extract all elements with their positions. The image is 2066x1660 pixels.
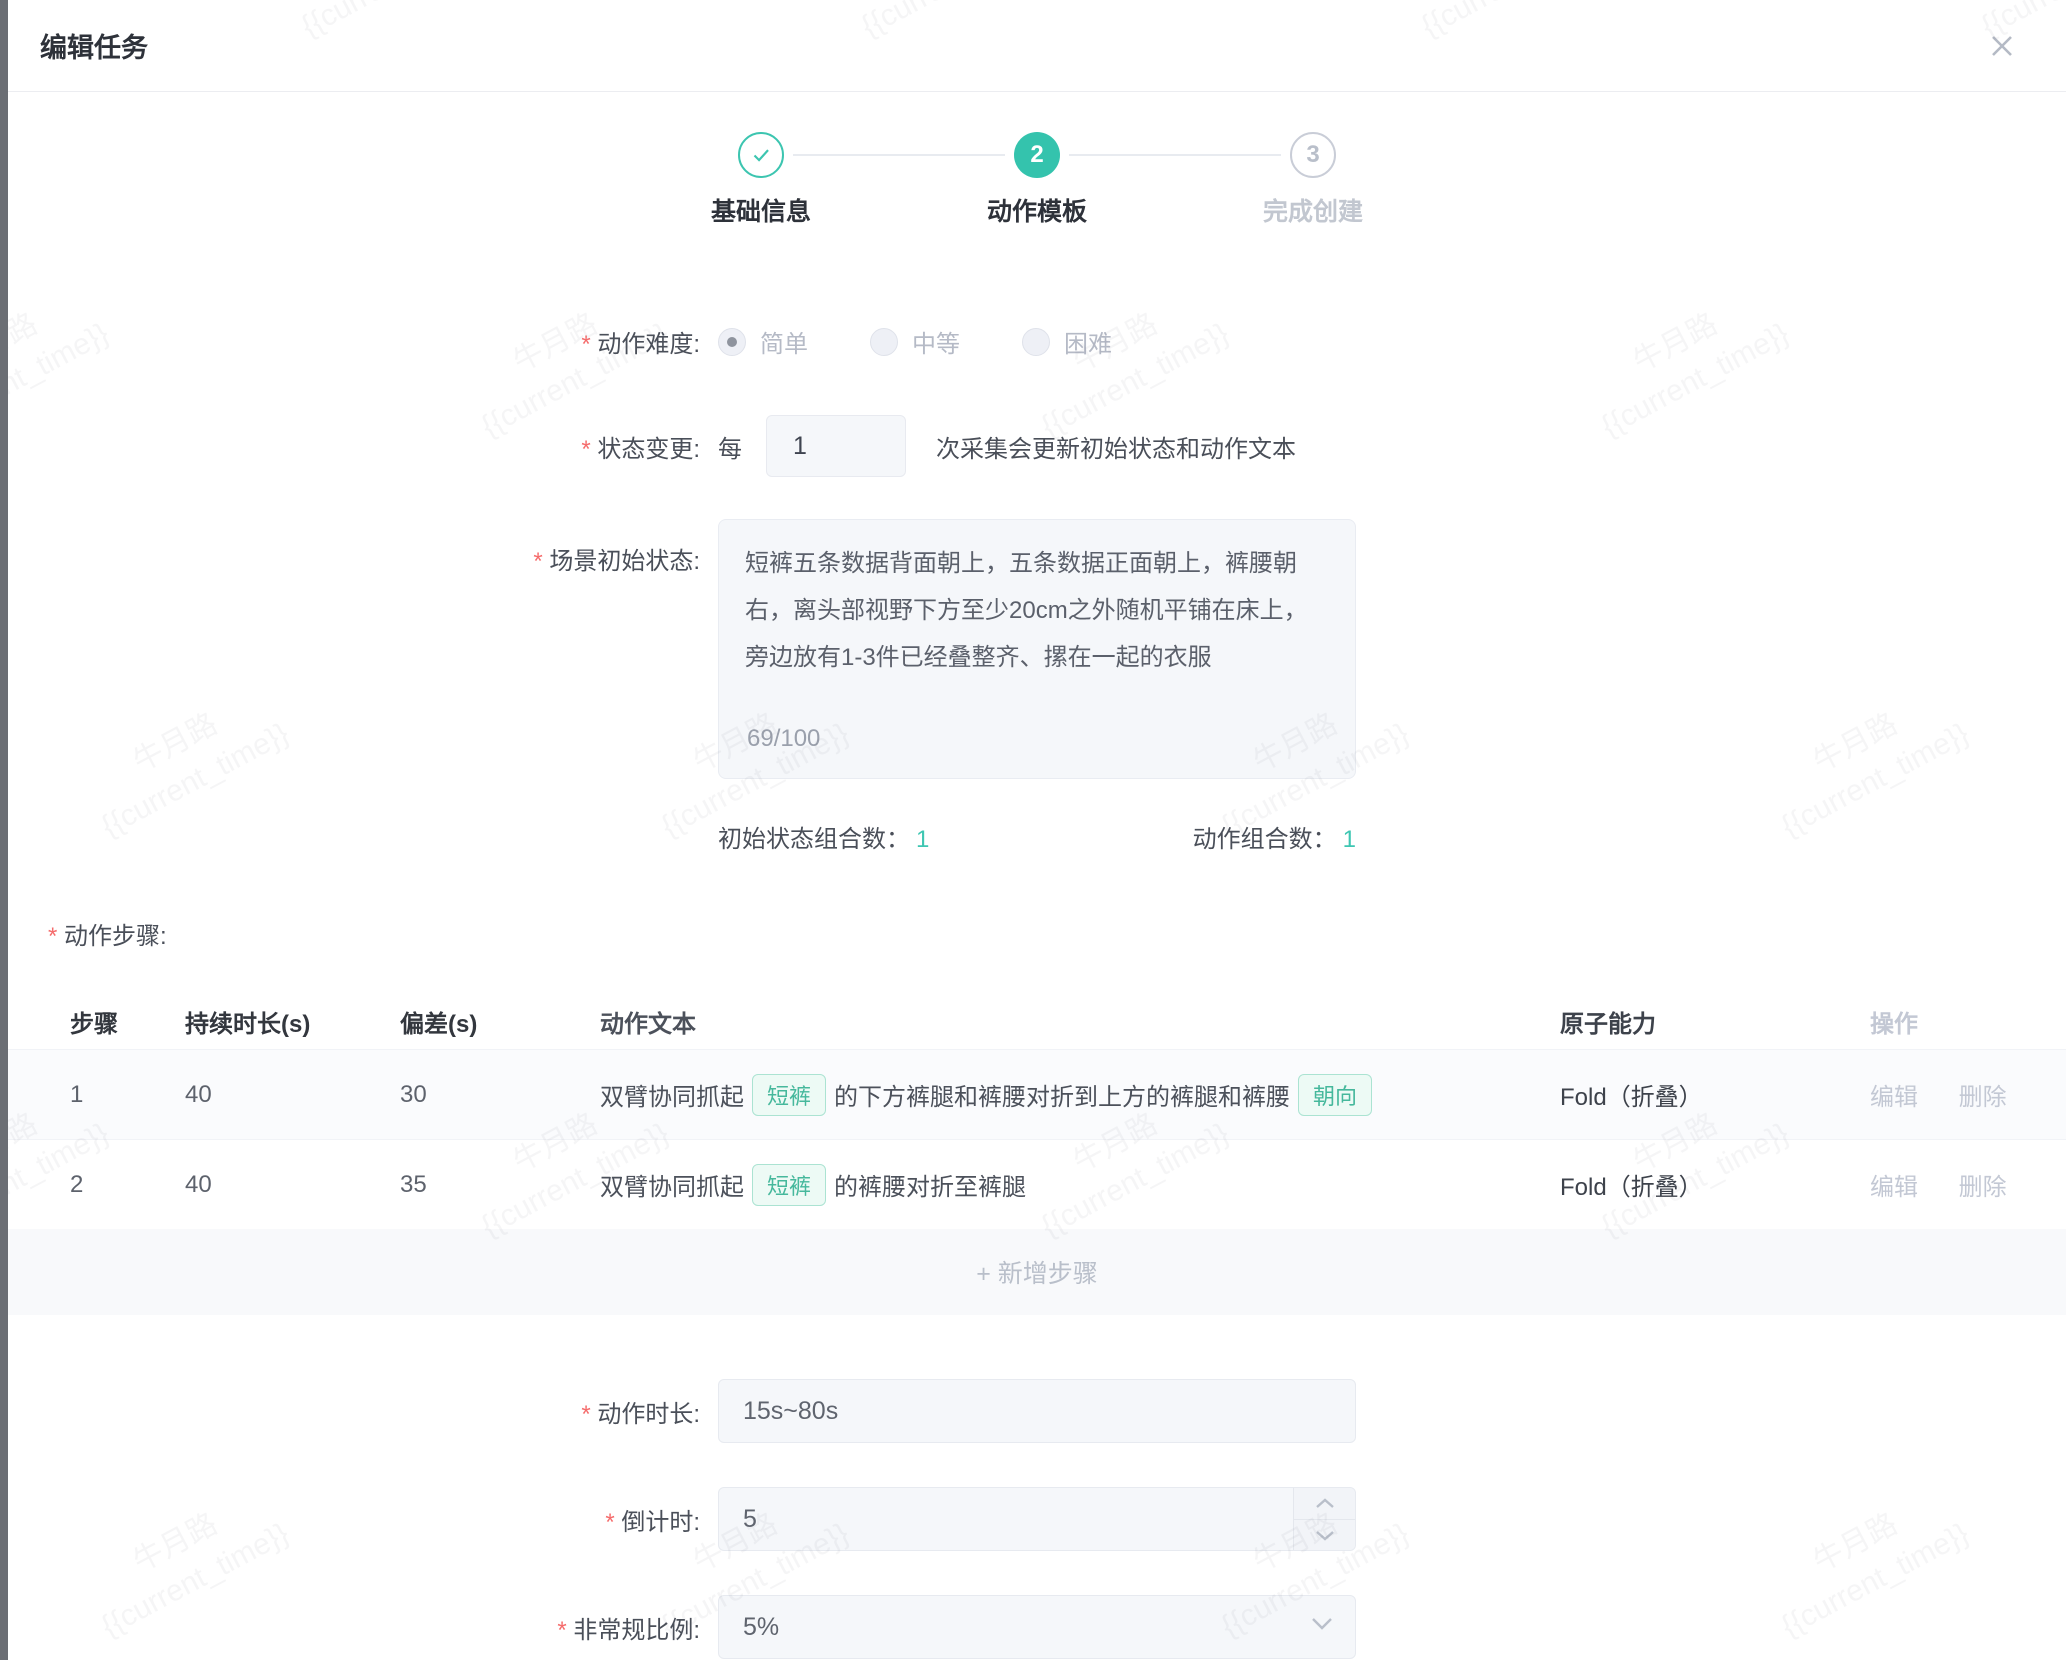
state-change-input[interactable] [766,415,906,477]
countdown-number-input [718,1487,1356,1551]
close-button[interactable] [1984,28,2020,64]
select-value: 5% [718,1595,1356,1659]
initial-state-row: 场景初始状态: 短裤五条数据背面朝上，五条数据正面朝上，裤腰朝右，离头部视野下方… [8,519,2066,779]
object-tag: 短裤 [752,1164,826,1206]
dialog-title: 编辑任务 [40,26,148,65]
step-pending-circle: 3 [1290,132,1336,178]
radio-dot [1022,328,1050,356]
countdown-row: 倒计时: [8,1487,2066,1551]
action-steps-section-label: 动作步骤: [48,916,2066,951]
orientation-tag: 朝向 [1298,1074,1372,1116]
col-header-ability: 原子能力 [1560,1004,1870,1039]
initial-combo-count: 初始状态组合数：1 [718,819,929,854]
step-basic-info: 基础信息 [623,132,899,228]
radio-hard[interactable]: 困难 [1022,324,1112,359]
state-change-prefix: 每 [718,429,742,464]
col-header-text: 动作文本 [600,1004,1560,1039]
edit-link[interactable]: 编辑 [1870,1174,1918,1201]
difficulty-label: 动作难度: [8,324,700,359]
chevron-down-icon [1310,1616,1334,1632]
cell-ability: Fold（折叠） [1560,1167,1870,1202]
action-duration-row: 动作时长: [8,1379,2066,1443]
step-label: 动作模板 [987,192,1087,228]
col-header-duration: 持续时长(s) [185,1004,400,1039]
difficulty-row: 动作难度: 简单 中等 困难 [8,324,2066,359]
check-icon [748,142,774,168]
step-label: 基础信息 [711,192,811,228]
step-label: 完成创建 [1263,192,1363,228]
cell-ability: Fold（折叠） [1560,1077,1870,1112]
countdown-label: 倒计时: [8,1502,700,1537]
countdown-input[interactable] [718,1487,1356,1551]
step-done-circle [738,132,784,178]
delete-link[interactable]: 删除 [1959,1174,2007,1201]
initial-state-textarea[interactable]: 短裤五条数据背面朝上，五条数据正面朝上，裤腰朝右，离头部视野下方至少20cm之外… [718,519,1356,779]
action-duration-label: 动作时长: [8,1394,700,1429]
col-header-ops: 操作 [1870,1004,2066,1039]
action-text-segment: 双臂协同抓起 [600,1167,744,1202]
state-change-suffix: 次采集会更新初始状态和动作文本 [936,429,1296,464]
dialog-header: 编辑任务 [8,0,2066,92]
cell-operations: 编辑 删除 [1870,1077,2066,1112]
cell-duration: 40 [185,1081,400,1109]
action-duration-input[interactable] [718,1379,1356,1443]
cell-deviation: 30 [400,1081,600,1109]
close-icon [1987,31,2017,61]
state-change-row: 状态变更: 每 次采集会更新初始状态和动作文本 [8,415,2066,477]
initial-state-text: 短裤五条数据背面朝上，五条数据正面朝上，裤腰朝右，离头部视野下方至少20cm之外… [745,540,1329,681]
unusual-ratio-label: 非常规比例: [8,1610,700,1645]
cell-step: 1 [8,1081,185,1109]
table-header-row: 步骤 持续时长(s) 偏差(s) 动作文本 原子能力 操作 [8,993,2066,1049]
state-change-label: 状态变更: [8,429,700,464]
action-text-segment: 的下方裤腿和裤腰对折到上方的裤腿和裤腰 [834,1077,1290,1112]
radio-medium[interactable]: 中等 [870,324,960,359]
cell-deviation: 35 [400,1171,600,1199]
add-step-button[interactable]: + 新增步骤 [8,1229,2066,1315]
radio-dot [870,328,898,356]
delete-link[interactable]: 删除 [1959,1084,2007,1111]
combo-counts-row: 初始状态组合数：1 动作组合数：1 [718,819,1356,854]
object-tag: 短裤 [752,1074,826,1116]
decrease-button[interactable] [1294,1519,1355,1551]
cell-operations: 编辑 删除 [1870,1167,2066,1202]
initial-state-label: 场景初始状态: [8,519,700,576]
col-header-step: 步骤 [8,1004,185,1039]
cell-action-text: 双臂协同抓起 短裤 的下方裤腿和裤腰对折到上方的裤腿和裤腰 朝向 [600,1074,1560,1116]
radio-dot [718,328,746,356]
radio-easy[interactable]: 简单 [718,324,808,359]
radio-label: 中等 [912,324,960,359]
chevron-up-icon [1314,1496,1336,1510]
edit-link[interactable]: 编辑 [1870,1084,1918,1111]
difficulty-radio-group: 简单 中等 困难 [718,324,1112,359]
increase-button[interactable] [1294,1488,1355,1519]
step-active-circle: 2 [1014,132,1060,178]
action-text-segment: 的裤腰对折至裤腿 [834,1167,1026,1202]
unusual-ratio-row: 非常规比例: 5% [8,1595,2066,1659]
step-finish-create: 3 完成创建 [1175,132,1451,228]
table-row: 1 40 30 双臂协同抓起 短裤 的下方裤腿和裤腰对折到上方的裤腿和裤腰 朝向… [8,1049,2066,1139]
cell-action-text: 双臂协同抓起 短裤 的裤腰对折至裤腿 [600,1164,1560,1206]
col-header-deviation: 偏差(s) [400,1004,600,1039]
cell-step: 2 [8,1171,185,1199]
action-combo-value: 1 [1343,826,1356,853]
edit-task-dialog: 编辑任务 基础信息 2 动作模板 3 完成创建 动作难度: [8,0,2066,1660]
action-combo-label: 动作组合数： [1193,826,1337,853]
unusual-ratio-select[interactable]: 5% [718,1595,1356,1659]
action-text-segment: 双臂协同抓起 [600,1077,744,1112]
cell-duration: 40 [185,1171,400,1199]
char-counter: 69/100 [747,715,820,762]
action-combo-count: 动作组合数：1 [1193,819,1356,854]
chevron-down-icon [1314,1528,1336,1542]
step-action-template: 2 动作模板 [899,132,1175,228]
initial-combo-label: 初始状态组合数： [718,826,910,853]
radio-label: 困难 [1064,324,1112,359]
stepper: 基础信息 2 动作模板 3 完成创建 [8,132,2066,228]
number-stepper [1293,1488,1355,1550]
radio-label: 简单 [760,324,808,359]
initial-combo-value: 1 [916,826,929,853]
table-row: 2 40 35 双臂协同抓起 短裤 的裤腰对折至裤腿 Fold（折叠） 编辑 删… [8,1139,2066,1229]
action-steps-table: 步骤 持续时长(s) 偏差(s) 动作文本 原子能力 操作 1 40 30 双臂… [8,993,2066,1315]
